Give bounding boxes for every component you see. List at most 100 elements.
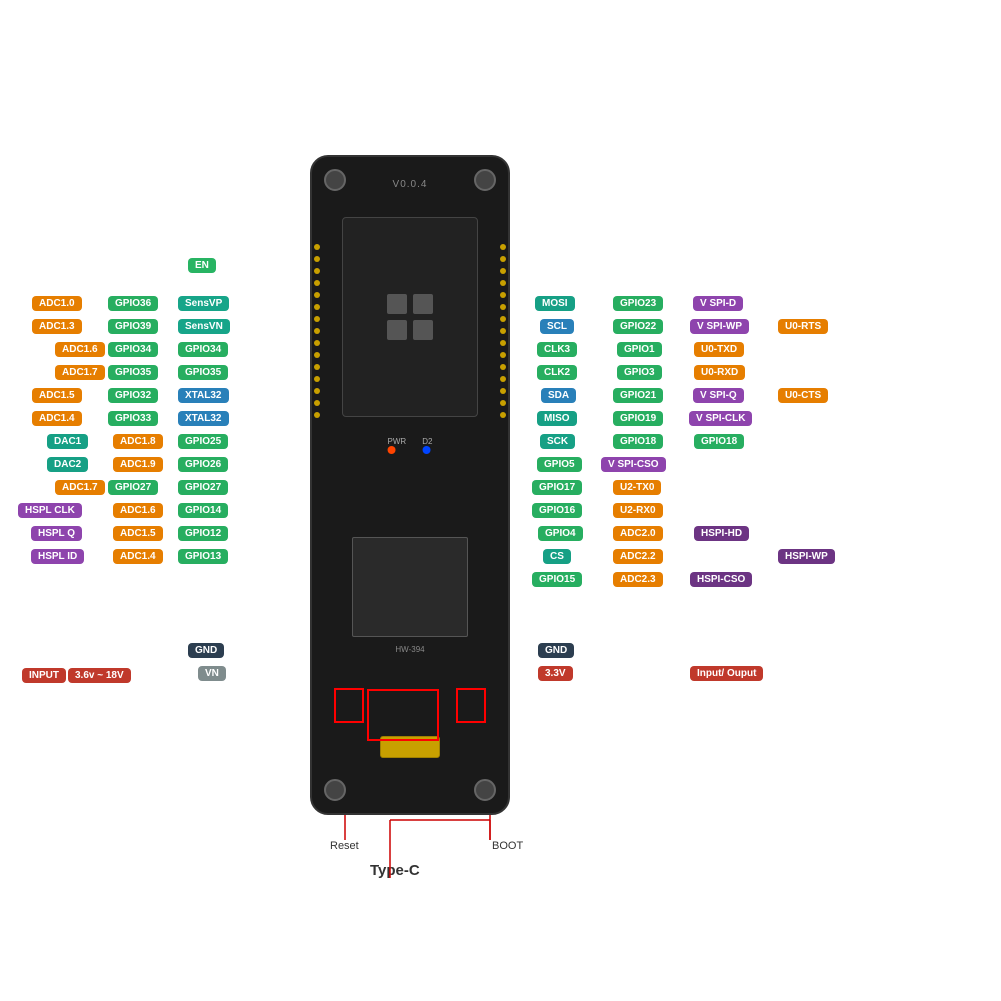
- board-version: V0.0.4: [393, 179, 428, 190]
- label-typec: Type-C: [370, 862, 420, 879]
- tag-gpio12: GPIO12: [178, 526, 228, 541]
- pwr-label: PWR: [388, 437, 407, 446]
- tag-dac1: DAC1: [47, 434, 88, 449]
- tag-gpio35: GPIO35: [108, 365, 158, 380]
- tag-adc1-6-r: ADC1.6: [113, 503, 163, 518]
- tag-gpio5: GPIO5: [537, 457, 582, 472]
- pwr-area: PWR D2: [388, 437, 433, 454]
- tag-gpio27: GPIO27: [108, 480, 158, 495]
- tag-gpio36: GPIO36: [108, 296, 158, 311]
- tag-hspi-cso: HSPI-CSO: [690, 572, 752, 587]
- tag-gnd-left: GND: [188, 643, 224, 658]
- tag-adc1-3: ADC1.3: [32, 319, 82, 334]
- reset-button-highlight: [334, 688, 364, 723]
- tag-adc1-5: ADC1.5: [32, 388, 82, 403]
- tag-gpio23: GPIO23: [613, 296, 663, 311]
- tag-hspi-hd: HSPI-HD: [694, 526, 749, 541]
- module-antenna-dots: [387, 294, 433, 340]
- boot-button-highlight: [456, 688, 486, 723]
- tag-adc1-4: ADC1.4: [32, 411, 82, 426]
- tag-xtal32-1: XTAL32: [178, 388, 229, 403]
- tag-adc1-6-l: ADC1.6: [55, 342, 105, 357]
- tag-sck: SCK: [540, 434, 575, 449]
- tag-gpio27-l: GPIO27: [178, 480, 228, 495]
- typec-connector-highlight: [367, 689, 439, 741]
- ic-chip-label: HW-394: [395, 645, 424, 654]
- tag-u0-rxd: U0-RXD: [694, 365, 745, 380]
- tag-3v3: 3.3V: [538, 666, 573, 681]
- tag-adc1-0: ADC1.0: [32, 296, 82, 311]
- tag-scl: SCL: [540, 319, 574, 334]
- tag-gpio1: GPIO1: [617, 342, 662, 357]
- right-pin-row: [498, 222, 508, 742]
- wifi-module: [342, 217, 478, 417]
- tag-adc1-4-r: ADC1.4: [113, 549, 163, 564]
- label-boot: BOOT: [492, 840, 523, 852]
- tag-sensvn: SensVN: [178, 319, 230, 334]
- tag-gpio18: GPIO18: [613, 434, 663, 449]
- tag-miso: MISO: [537, 411, 577, 426]
- main-container: V0.0.4 PWR D2 HW-394: [0, 0, 1001, 1001]
- tag-u0-rts: U0-RTS: [778, 319, 828, 334]
- tag-gpio13: GPIO13: [178, 549, 228, 564]
- tag-adc2-2: ADC2.2: [613, 549, 663, 564]
- tag-gpio4: GPIO4: [538, 526, 583, 541]
- left-pin-row: [312, 222, 322, 742]
- tag-vn: VN: [198, 666, 226, 681]
- tag-input-output: Input/ Ouput: [690, 666, 763, 681]
- label-reset: Reset: [330, 840, 359, 852]
- corner-hole-bl: [324, 779, 346, 801]
- tag-hspl-id: HSPL ID: [31, 549, 84, 564]
- tag-gpio15: GPIO15: [532, 572, 582, 587]
- tag-cs: CS: [543, 549, 571, 564]
- tag-gpio39: GPIO39: [108, 319, 158, 334]
- tag-gpio32: GPIO32: [108, 388, 158, 403]
- tag-gpio3: GPIO3: [617, 365, 662, 380]
- tag-gpio33: GPIO33: [108, 411, 158, 426]
- tag-u0-cts: U0-CTS: [778, 388, 828, 403]
- tag-xtal32-2: XTAL32: [178, 411, 229, 426]
- esp32-board: V0.0.4 PWR D2 HW-394: [310, 155, 510, 815]
- tag-gpio26: GPIO26: [178, 457, 228, 472]
- d2-led: [422, 446, 430, 454]
- tag-u2-rx0: U2-RX0: [613, 503, 663, 518]
- tag-gpio22: GPIO22: [613, 319, 663, 334]
- tag-gpio34: GPIO34: [108, 342, 158, 357]
- tag-gpio18-r: GPIO18: [694, 434, 744, 449]
- tag-gnd-right: GND: [538, 643, 574, 658]
- corner-hole-tr: [474, 169, 496, 191]
- tag-mosi: MOSI: [535, 296, 575, 311]
- tag-gpio16: GPIO16: [532, 503, 582, 518]
- tag-vspi-q: V SPI-Q: [693, 388, 744, 403]
- tag-gpio14: GPIO14: [178, 503, 228, 518]
- tag-vspi-clk: V SPI-CLK: [689, 411, 752, 426]
- tag-adc1-7-l2: ADC1.7: [55, 480, 105, 495]
- pwr-led: [388, 446, 396, 454]
- tag-vspi-cso: V SPI-CSO: [601, 457, 666, 472]
- tag-adc1-9: ADC1.9: [113, 457, 163, 472]
- tag-adc1-5-r: ADC1.5: [113, 526, 163, 541]
- tag-gpio21: GPIO21: [613, 388, 663, 403]
- corner-hole-tl: [324, 169, 346, 191]
- tag-adc2-0: ADC2.0: [613, 526, 663, 541]
- tag-u0-txd: U0-TXD: [694, 342, 744, 357]
- tag-hspl-clk: HSPL CLK: [18, 503, 82, 518]
- tag-hspi-wp: HSPI-WP: [778, 549, 835, 564]
- tag-vspi-d: V SPI-D: [693, 296, 743, 311]
- corner-hole-br: [474, 779, 496, 801]
- tag-gpio17: GPIO17: [532, 480, 582, 495]
- tag-gpio25: GPIO25: [178, 434, 228, 449]
- tag-gpio35-l: GPIO35: [178, 365, 228, 380]
- tag-u2-tx0: U2-TX0: [613, 480, 661, 495]
- tag-adc2-3: ADC2.3: [613, 572, 663, 587]
- tag-gpio19: GPIO19: [613, 411, 663, 426]
- tag-sda: SDA: [541, 388, 576, 403]
- tag-voltage-range: 3.6v ~ 18V: [68, 668, 131, 683]
- tag-adc1-8: ADC1.8: [113, 434, 163, 449]
- tag-vspi-wp: V SPI-WP: [690, 319, 749, 334]
- ic-chip: HW-394: [352, 537, 468, 637]
- tag-sensvp: SensVP: [178, 296, 229, 311]
- tag-dac2: DAC2: [47, 457, 88, 472]
- tag-clk2: CLK2: [537, 365, 577, 380]
- tag-clk3: CLK3: [537, 342, 577, 357]
